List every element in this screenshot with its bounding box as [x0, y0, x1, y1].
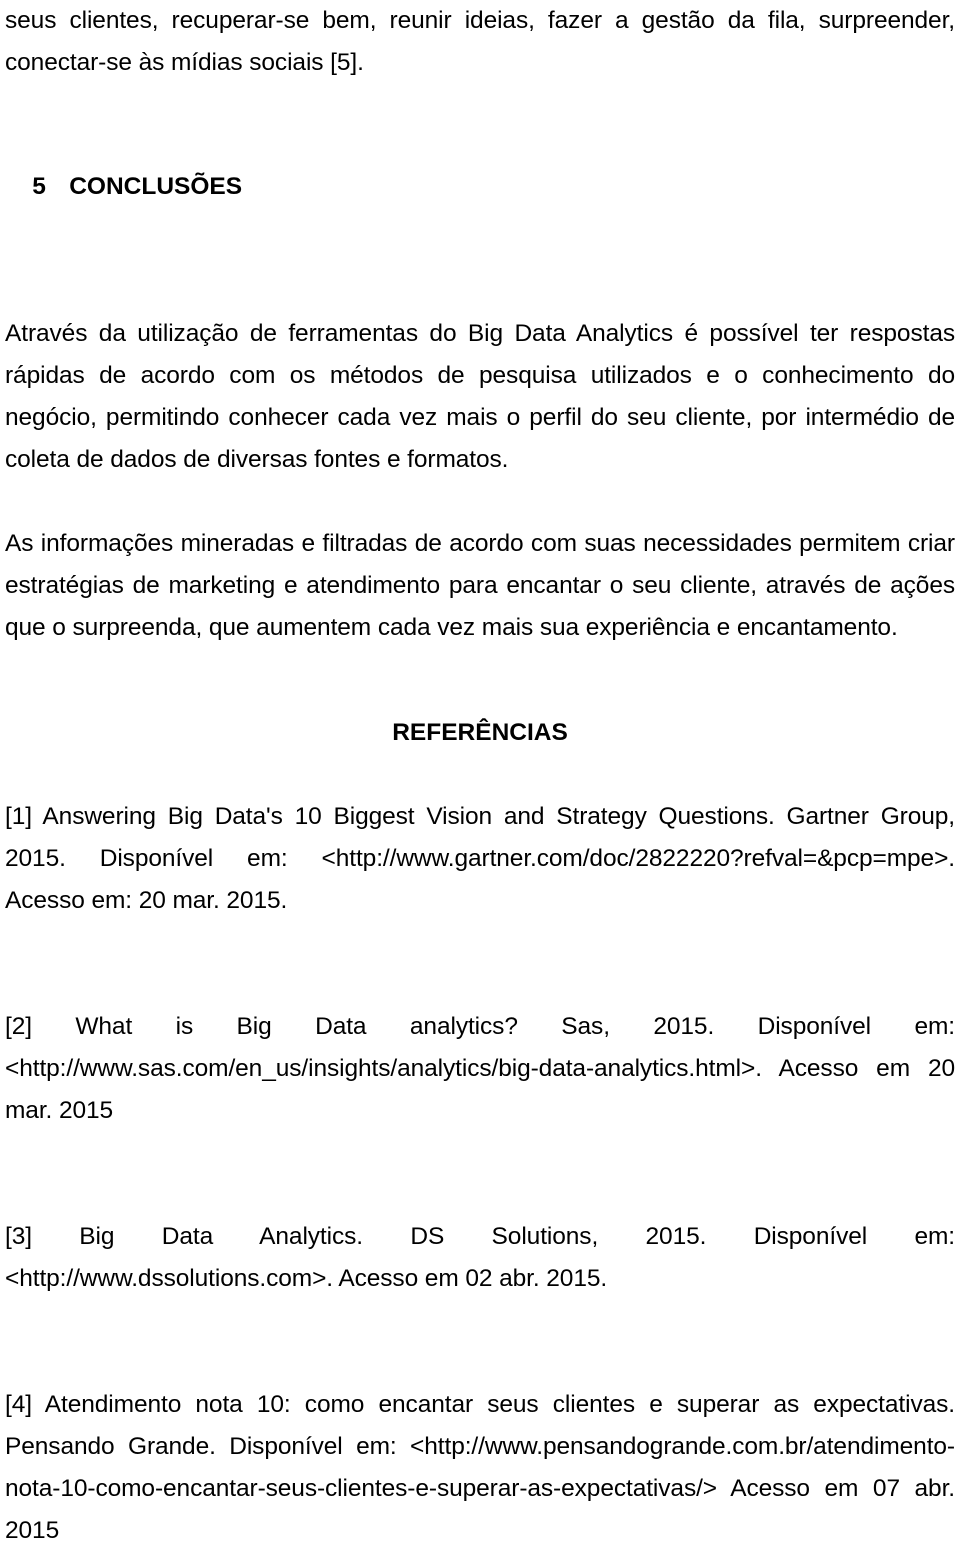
- paragraph-conclusion-1: Através da utilização de ferramentas do …: [5, 320, 955, 473]
- continued-paragraph: seus clientes, recuperar-se bem, reunir …: [5, 7, 955, 76]
- reference-item: [3] Big Data Analytics. DS Solutions, 20…: [5, 1223, 955, 1292]
- section-title: CONCLUSÕES: [69, 173, 243, 200]
- reference-item: [4] Atendimento nota 10: como encantar s…: [5, 1391, 955, 1544]
- section-number: 5: [32, 173, 46, 200]
- reference-item: [1] Answering Big Data's 10 Biggest Visi…: [5, 803, 955, 914]
- document-page: seus clientes, recuperar-se bem, reunir …: [0, 0, 960, 1544]
- paragraph-conclusion-2: As informações mineradas e filtradas de …: [5, 530, 955, 641]
- reference-item: [2] What is Big Data analytics? Sas, 201…: [5, 1013, 955, 1124]
- references-heading: REFERÊNCIAS: [392, 719, 568, 746]
- section-heading: 5 CONCLUSÕES: [5, 124, 955, 250]
